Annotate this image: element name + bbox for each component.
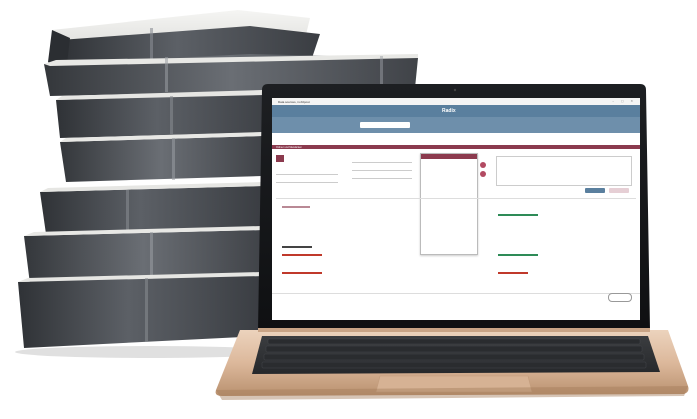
form-field[interactable] (276, 170, 338, 175)
book-4 (60, 132, 262, 182)
app-logo: Radix (442, 108, 456, 114)
app-header: Radix (272, 105, 640, 117)
footer-button[interactable] (608, 293, 632, 302)
section-bar: Ordner und Mandanten (272, 145, 640, 149)
book-3 (56, 90, 280, 138)
form-field[interactable] (352, 174, 412, 179)
status-text (498, 254, 538, 256)
book-5 (40, 182, 262, 234)
form-field[interactable] (352, 166, 412, 171)
section-title: Ordner und Mandanten (276, 145, 302, 149)
navigation-bar (272, 117, 640, 133)
screen-footer (272, 293, 640, 302)
primary-button[interactable] (585, 188, 605, 193)
form-field[interactable] (352, 158, 412, 163)
status-text (282, 272, 322, 274)
window-controls[interactable]: – ▢ ✕ (612, 99, 636, 103)
secondary-button[interactable] (609, 188, 629, 193)
status-text (282, 254, 322, 256)
book-7 (18, 272, 262, 348)
window-title: Data sources, in-Kilpost (278, 99, 310, 104)
record-heading (282, 246, 312, 248)
add-button[interactable] (480, 171, 486, 177)
status-text (498, 272, 528, 274)
divider (276, 198, 636, 199)
form-field[interactable] (276, 178, 338, 183)
notes-textarea[interactable] (496, 156, 632, 186)
status-text (498, 214, 538, 216)
record-icon (276, 155, 284, 162)
search-input[interactable] (360, 122, 410, 128)
add-button[interactable] (480, 162, 486, 168)
dropdown-menu[interactable] (420, 153, 478, 255)
record-label (282, 206, 310, 208)
laptop-screen: Data sources, in-Kilpost – ▢ ✕ Radix Ord… (272, 98, 640, 320)
